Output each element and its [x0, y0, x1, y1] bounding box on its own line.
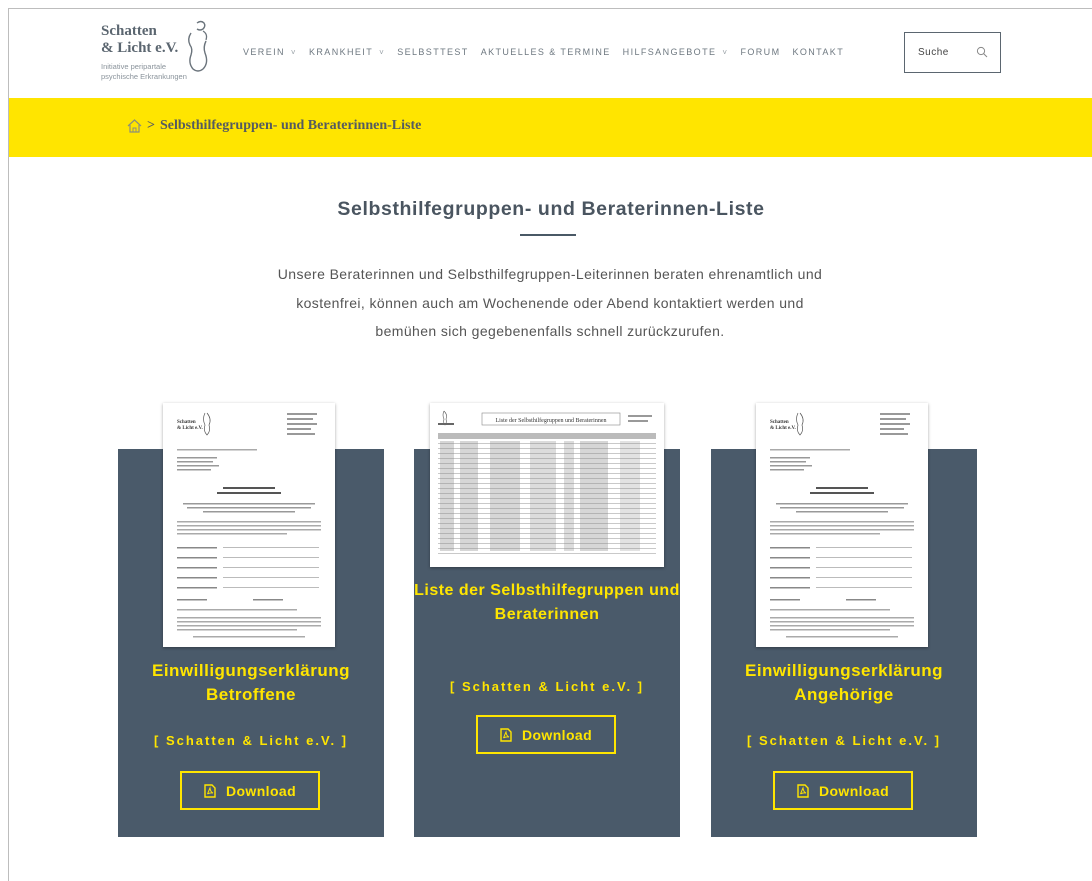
document-preview-betroffene[interactable]: Schatten & Licht e.V. [163, 403, 335, 647]
nav-item-label: SELBSTTEST [397, 47, 469, 57]
svg-text:Schatten: Schatten [177, 420, 196, 425]
nav-item-verein[interactable]: VEREIN ˅ [243, 47, 297, 57]
title-divider [520, 234, 576, 236]
main-navigation: VEREIN ˅ KRANKHEIT ˅ SELBSTTEST AKTUELLES … [243, 47, 856, 57]
download-button-label: Download [818, 782, 890, 799]
home-icon[interactable] [126, 118, 143, 134]
nav-item-krankheit[interactable]: KRANKHEIT ˅ [309, 47, 385, 57]
card-subtitle: [ Schatten & Licht e.V. ] [450, 679, 644, 694]
card-title: Liste der Selbsthilfegruppen und Berater… [414, 582, 680, 623]
document-preview-angehoerige[interactable]: Schatten & Licht e.V. [756, 403, 928, 647]
nav-item-label: AKTUELLES & TERMINE [480, 47, 611, 57]
download-button-label: Download [521, 726, 593, 743]
document-thumbnail: Liste der Selbsthilfegruppen und Berater… [438, 410, 656, 554]
card-subtitle: [ Schatten & Licht e.V. ] [747, 733, 941, 748]
nav-item-label: HILFSANGEBOTE [622, 47, 717, 57]
breadcrumb: > Selbsthilfegruppen- und Beraterinnen-L… [126, 118, 421, 134]
svg-text:Liste der Selbsthilfegruppen u: Liste der Selbsthilfegruppen und Berater… [496, 417, 607, 424]
document-thumbnail: Schatten & Licht e.V. [770, 412, 914, 638]
chevron-down-icon: ˅ [290, 47, 297, 57]
document-thumbnail: Schatten & Licht e.V. [177, 412, 321, 638]
site-logo[interactable]: Schatten & Licht e.V. Initiative peripar… [101, 17, 221, 97]
card-subtitle: [ Schatten & Licht e.V. ] [154, 733, 348, 748]
card-title: Einwilligungserklärung Betroffene [151, 661, 351, 704]
download-button[interactable]: Download [476, 715, 616, 754]
card-title: Einwilligungserklärung Angehörige [744, 661, 944, 704]
search-icon[interactable] [976, 46, 988, 58]
pdf-file-icon [797, 783, 809, 798]
svg-text:& Licht e.V.: & Licht e.V. [770, 426, 796, 431]
chevron-down-icon: ˅ [722, 47, 729, 57]
logo-title-line1: Schatten [101, 23, 157, 39]
logo-title-line2: & Licht e.V. [101, 40, 179, 56]
intro-text: Unsere Beraterinnen und Selbsthilfegrupp… [277, 266, 823, 339]
nav-item-selbsttest[interactable]: SELBSTTEST [397, 47, 469, 57]
nav-item-label: FORUM [740, 47, 781, 57]
nav-item-kontakt[interactable]: KONTAKT [792, 47, 844, 57]
pdf-file-icon [204, 783, 216, 798]
nav-item-label: VEREIN [243, 47, 285, 57]
pdf-file-icon [500, 727, 512, 742]
logo-subtitle-line2: psychische Erkrankungen [101, 72, 187, 81]
nav-item-aktuelles-termine[interactable]: AKTUELLES & TERMINE [481, 47, 611, 57]
site-header: Schatten & Licht e.V. Initiative peripar… [9, 9, 1092, 97]
document-preview-liste[interactable]: Liste der Selbsthilfegruppen und Berater… [430, 403, 664, 567]
breadcrumb-bar: > Selbsthilfegruppen- und Beraterinnen-L… [9, 98, 1092, 157]
page-title: Selbsthilfegruppen- und Beraterinnen-Lis… [337, 198, 765, 220]
nav-item-label: KRANKHEIT [309, 47, 374, 57]
breadcrumb-current: Selbsthilfegruppen- und Beraterinnen-Lis… [159, 118, 422, 133]
chevron-down-icon: ˅ [379, 47, 386, 57]
svg-text:& Licht e.V.: & Licht e.V. [177, 426, 203, 431]
download-card-angehoerige: Schatten & Licht e.V. Einwilligungserklä… [711, 403, 977, 837]
search-input[interactable]: Suche [904, 32, 1001, 73]
svg-text:Schatten: Schatten [770, 420, 789, 425]
nav-item-label: KONTAKT [792, 47, 845, 57]
nav-item-hilfsangebote[interactable]: HILFSANGEBOTE ˅ [623, 47, 729, 57]
page-frame: Schatten & Licht e.V. Initiative peripar… [8, 8, 1092, 881]
nav-item-forum[interactable]: FORUM [740, 47, 780, 57]
download-button-label: Download [225, 782, 297, 799]
breadcrumb-separator: > [147, 118, 155, 133]
search-placeholder: Suche [918, 47, 949, 58]
download-card-betroffene: Schatten & Licht e.V. Einwilligungserklä… [118, 403, 384, 837]
download-button[interactable]: Download [773, 771, 913, 810]
logo-subtitle-line1: Initiative peripartale [101, 62, 167, 71]
download-card-liste: Liste der Selbsthilfegruppen und Berater… [414, 403, 680, 837]
mother-child-logo-icon [188, 20, 208, 72]
download-button[interactable]: Download [180, 771, 320, 810]
